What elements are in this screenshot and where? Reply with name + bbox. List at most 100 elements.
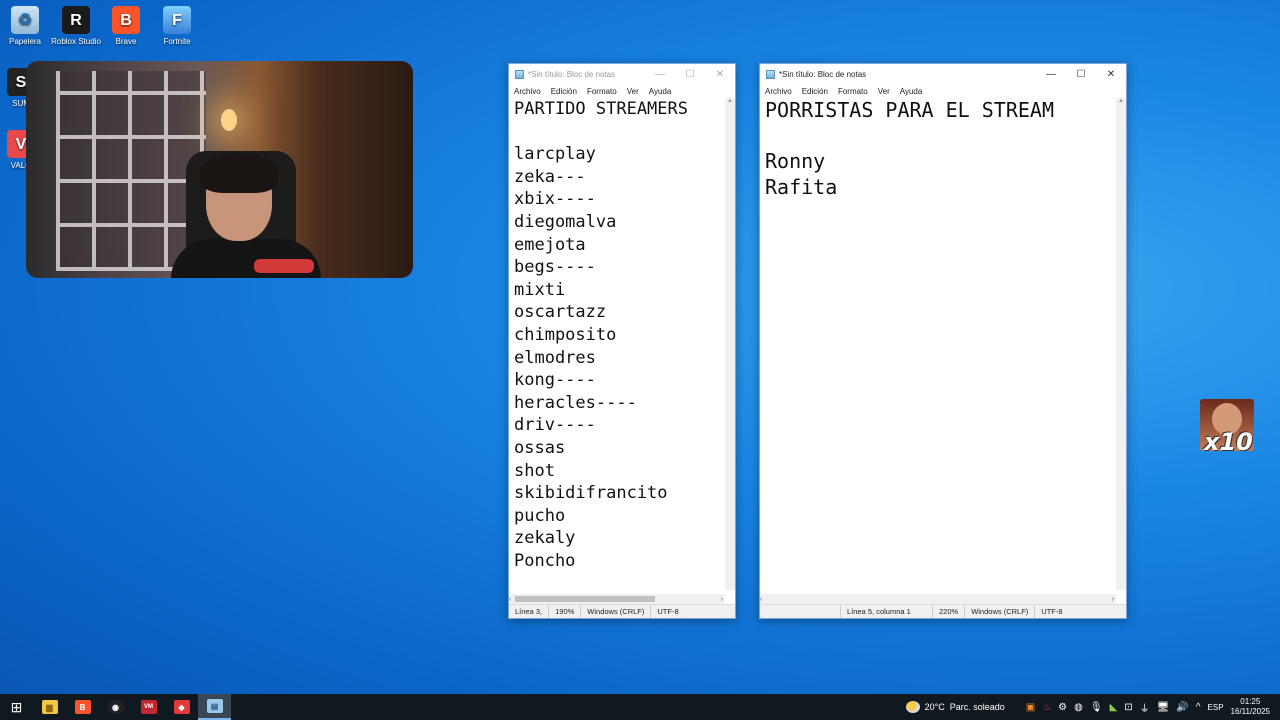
taskbar-obs[interactable]: ◉ — [99, 694, 132, 720]
volume-icon[interactable]: 🔊 — [1176, 702, 1188, 713]
desktop-icon-label: Roblox Studio — [51, 37, 101, 46]
status-bar: Línea 3, 190% Windows (CRLF) UTF-8 — [509, 604, 735, 618]
encoding: UTF-8 — [650, 605, 684, 618]
menu-edicion[interactable]: Edición — [551, 87, 577, 96]
notepad-window-left[interactable]: *Sin título: Bloc de notas — ☐ ✕ Archivo… — [508, 63, 736, 619]
taskbar-app[interactable]: ◆ — [165, 694, 198, 720]
status-bar: Línea 5, columna 1 220% Windows (CRLF) U… — [760, 604, 1126, 618]
menu-bar: Archivo Edición Formato Ver Ayuda — [509, 84, 735, 98]
scroll-thumb[interactable] — [515, 596, 656, 602]
folder-icon: ▆ — [41, 700, 58, 714]
microphone — [254, 259, 314, 273]
weather-widget[interactable]: 20°C Parc. soleado — [905, 701, 1005, 713]
menu-ver[interactable]: Ver — [878, 87, 890, 96]
recording-icon[interactable]: ♨ — [1042, 702, 1051, 713]
desktop-icon-label: Fortnite — [163, 37, 191, 46]
window-title: *Sin título: Bloc de notas — [528, 69, 616, 79]
title-bar[interactable]: *Sin título: Bloc de notas — ☐ ✕ — [760, 64, 1126, 84]
tray-app-icon[interactable]: ⚙ — [1058, 702, 1067, 713]
scroll-left-icon[interactable]: ‹ — [509, 596, 511, 603]
taskbar-voicemeeter[interactable]: VM — [132, 694, 165, 720]
fortnite-icon: F — [163, 6, 191, 34]
desktop-icon-fortnite[interactable]: F Fortnite — [152, 6, 202, 46]
streamer-hair — [200, 153, 278, 193]
menu-ver[interactable]: Ver — [627, 87, 639, 96]
horizontal-scrollbar[interactable]: ‹ › — [760, 594, 1116, 604]
partly-sunny-icon — [905, 701, 920, 713]
notepad-icon — [766, 69, 775, 79]
scroll-right-icon[interactable]: › — [721, 596, 725, 603]
text-editor[interactable]: PARTIDO STREAMERS larcplay zeka--- xbix-… — [509, 98, 725, 590]
scroll-up-icon[interactable]: ▲ — [1116, 98, 1126, 108]
cursor-position: Línea 3, — [515, 607, 543, 616]
emote-count: x10 — [1204, 428, 1253, 456]
horizontal-scrollbar[interactable]: ‹ › — [509, 594, 725, 604]
brave-icon: B — [112, 6, 140, 34]
menu-ayuda[interactable]: Ayuda — [900, 87, 923, 96]
text-editor[interactable]: PORRISTAS PARA EL STREAM Ronny Rafita — [760, 98, 1116, 590]
lamp — [221, 109, 237, 131]
clock-date: 16/11/2025 — [1230, 707, 1270, 716]
notepad-icon — [515, 69, 524, 79]
weather-temp: 20°C — [924, 702, 945, 712]
chevron-up-icon[interactable]: ^ — [1196, 702, 1201, 713]
notepad-window-right[interactable]: *Sin título: Bloc de notas — ☐ ✕ Archivo… — [759, 63, 1127, 619]
close-button[interactable]: ✕ — [705, 69, 735, 80]
system-tray: 20°C Parc. soleado ▣ ♨ ⚙ ◍ 🎙 ◣ ⊡ ⏚ 🖥 🔊 ^… — [905, 697, 1280, 717]
menu-formato[interactable]: Formato — [838, 87, 868, 96]
scroll-right-icon[interactable]: › — [1112, 596, 1116, 603]
close-button[interactable]: ✕ — [1096, 69, 1126, 80]
menu-ayuda[interactable]: Ayuda — [649, 87, 672, 96]
usb-icon[interactable]: ⏚ — [1140, 700, 1150, 715]
menu-bar: Archivo Edición Formato Ver Ayuda — [760, 84, 1126, 98]
network-icon[interactable]: 🖥 — [1157, 702, 1170, 713]
recycle-bin-icon: ♻ — [11, 6, 39, 34]
menu-edicion[interactable]: Edición — [802, 87, 828, 96]
line-ending: Windows (CRLF) — [964, 605, 1034, 618]
menu-archivo[interactable]: Archivo — [514, 87, 541, 96]
notepad-icon: ▤ — [206, 699, 223, 713]
obs-icon: ◉ — [107, 700, 124, 714]
webcam-overlay — [26, 61, 413, 278]
start-button[interactable]: ⊞ — [0, 694, 33, 720]
desktop-icon-recycle-bin[interactable]: ♻ Papelera — [0, 6, 50, 46]
desktop-icon-roblox-studio[interactable]: R Roblox Studio — [51, 6, 101, 46]
zoom-level: 190% — [548, 605, 580, 618]
window-title: *Sin título: Bloc de notas — [779, 69, 867, 79]
desktop-icon-brave[interactable]: B Brave — [101, 6, 151, 46]
desktop-icon-label: Brave — [115, 37, 137, 46]
menu-archivo[interactable]: Archivo — [765, 87, 792, 96]
encoding: UTF-8 — [1034, 605, 1068, 618]
clock[interactable]: 01:25 16/11/2025 — [1231, 697, 1270, 717]
microphone-icon[interactable]: 🎙 — [1090, 702, 1103, 713]
tray-app-icon[interactable]: ▣ — [1026, 702, 1035, 713]
minimize-button[interactable]: — — [1036, 69, 1066, 80]
menu-formato[interactable]: Formato — [587, 87, 617, 96]
taskbar-notepad[interactable]: ▤ — [198, 694, 231, 720]
title-bar[interactable]: *Sin título: Bloc de notas — ☐ ✕ — [509, 64, 735, 84]
app-icon: ◆ — [173, 700, 190, 714]
steam-icon[interactable]: ◍ — [1074, 702, 1083, 713]
vertical-scrollbar[interactable]: ▲ — [725, 98, 735, 590]
tray-app-icon[interactable]: ⊡ — [1124, 702, 1132, 713]
voicemeeter-icon: VM — [140, 700, 157, 714]
vertical-scrollbar[interactable]: ▲ — [1116, 98, 1126, 590]
weather-desc: Parc. soleado — [949, 702, 1005, 712]
scroll-up-icon[interactable]: ▲ — [725, 98, 735, 108]
line-ending: Windows (CRLF) — [580, 605, 650, 618]
maximize-button[interactable]: ☐ — [1066, 69, 1096, 80]
nvidia-icon[interactable]: ◣ — [1110, 702, 1118, 713]
zoom-level: 220% — [932, 605, 964, 618]
clock-time: 01:25 — [1240, 697, 1261, 706]
maximize-button[interactable]: ☐ — [675, 69, 705, 80]
minimize-button[interactable]: — — [645, 69, 675, 80]
status-spacer — [760, 605, 840, 618]
desktop-icon-label: Papelera — [8, 37, 42, 46]
taskbar-brave[interactable]: B — [66, 694, 99, 720]
cursor-position: Línea 5, columna 1 — [840, 605, 932, 618]
bookshelf — [56, 71, 206, 271]
taskbar-file-explorer[interactable]: ▆ — [33, 694, 66, 720]
scroll-left-icon[interactable]: ‹ — [760, 596, 762, 603]
language-indicator[interactable]: ESP — [1208, 703, 1224, 712]
roblox-icon: R — [62, 6, 90, 34]
